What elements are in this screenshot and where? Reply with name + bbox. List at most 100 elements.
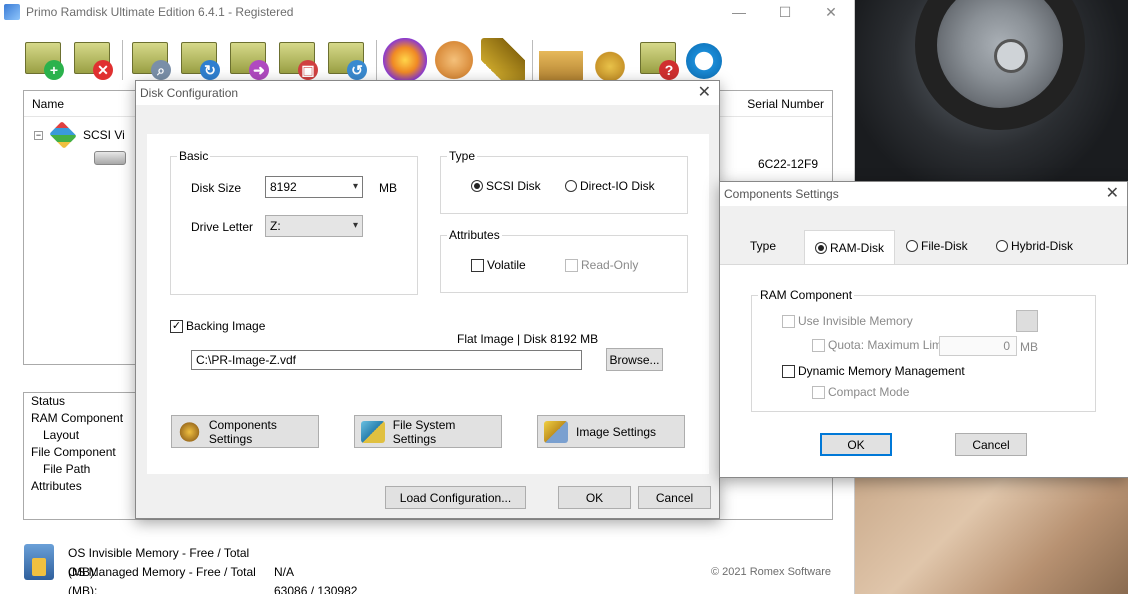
load-image-icon[interactable]: ↺ <box>325 38 369 82</box>
tab-type-label: Type <box>750 239 777 253</box>
quota-value-field[interactable]: 0 <box>939 336 1017 356</box>
dialog-title-bar: Components Settings ✕ <box>720 182 1127 206</box>
use-invisible-memory-checkbox[interactable]: Use Invisible Memory <box>782 314 913 328</box>
image-info-text: Flat Image | Disk 8192 MB <box>457 332 599 346</box>
quota-unit: MB <box>1020 340 1038 354</box>
dialog-title: Components Settings <box>724 187 839 201</box>
image-path-field[interactable]: C:\PR-Image-Z.vdf <box>191 350 582 370</box>
components-settings-button[interactable]: Components Settings <box>171 415 319 448</box>
window-controls: — ☐ ✕ <box>716 0 854 24</box>
memory-status-icon <box>24 544 54 580</box>
lock-icon[interactable] <box>588 38 632 82</box>
wallpaper-photo-top <box>855 0 1128 185</box>
tree-item-scsi[interactable]: − SCSI Vi <box>34 121 125 149</box>
disk-drive-icon <box>94 151 126 165</box>
type-group-label: Type <box>447 149 478 163</box>
managed-memory-label: OS Managed Memory - Free / Total (MB): <box>68 565 256 594</box>
file-system-icon <box>361 420 385 443</box>
disk-configuration-dialog: Disk Configuration ✕ Basic Disk Size 819… <box>135 80 720 519</box>
disk-config-panel: Basic Disk Size 8192 ▾ MB Drive Letter Z… <box>147 134 709 474</box>
checkmark-icon: ✓ <box>170 319 183 333</box>
tab-hybrid-disk[interactable]: Hybrid-Disk <box>986 230 1083 262</box>
collapse-icon[interactable]: − <box>34 130 43 140</box>
invisible-memory-icon[interactable] <box>1016 310 1038 332</box>
basic-group: Basic Disk Size 8192 ▾ MB Drive Letter Z… <box>170 149 418 295</box>
export-icon[interactable]: ➜ <box>227 38 271 82</box>
add-disk-icon[interactable]: + <box>22 38 66 82</box>
scsi-adapter-icon <box>49 121 77 149</box>
browse-button[interactable]: Browse... <box>606 348 663 371</box>
managed-memory-value: 63086 / 130982 <box>274 584 358 594</box>
disk-size-unit: MB <box>379 181 397 195</box>
status-area: OS Invisible Memory - Free / Total (MB):… <box>24 544 357 594</box>
tools-icon[interactable] <box>539 38 583 82</box>
chevron-down-icon: ▾ <box>352 181 358 192</box>
volatile-checkbox[interactable]: Volatile <box>471 258 526 272</box>
remove-disk-icon[interactable]: ✕ <box>71 38 115 82</box>
toolbar-separator <box>122 40 123 80</box>
radio-selected-icon <box>815 242 827 254</box>
wallpaper-photo-bottom <box>855 470 1128 594</box>
chip-icon[interactable] <box>481 38 525 82</box>
ram-component-label: RAM Component <box>758 288 855 302</box>
attributes-group-label: Attributes <box>447 228 502 242</box>
refresh-icon[interactable]: ↻ <box>178 38 222 82</box>
ram-disk-tab-panel: RAM Component Use Invisible Memory Quota… <box>720 264 1128 477</box>
tree-item-disk[interactable] <box>94 151 126 165</box>
compact-mode-checkbox[interactable]: Compact Mode <box>812 385 909 399</box>
about-icon[interactable] <box>686 43 722 79</box>
tree-item-label: SCSI Vi <box>83 128 125 142</box>
type-group: Type SCSI Disk Direct-IO Disk <box>440 149 688 214</box>
file-system-settings-button[interactable]: File System Settings <box>354 415 502 448</box>
quota-checkbox[interactable]: Quota: Maximum Limit <box>812 338 948 352</box>
disk-size-combo[interactable]: 8192 ▾ <box>265 176 363 198</box>
cancel-button[interactable]: Cancel <box>955 433 1027 456</box>
components-settings-dialog: Components Settings ✕ Type RAM-Disk File… <box>719 181 1128 478</box>
help-icon[interactable]: ? <box>637 38 681 82</box>
media-icon[interactable] <box>383 38 427 82</box>
scsi-disk-radio[interactable]: SCSI Disk <box>471 179 541 193</box>
tab-ram-disk[interactable]: RAM-Disk <box>804 230 895 265</box>
close-icon[interactable]: ✕ <box>808 0 854 24</box>
toolbar-separator <box>376 40 377 80</box>
radio-unselected-icon <box>996 240 1008 252</box>
ok-button[interactable]: OK <box>558 486 631 509</box>
close-icon[interactable]: ✕ <box>1106 182 1119 206</box>
maximize-icon[interactable]: ☐ <box>762 0 808 24</box>
backing-image-checkbox[interactable]: ✓ Backing Image <box>170 319 265 333</box>
column-name[interactable]: Name <box>32 97 64 111</box>
disk-size-label: Disk Size <box>191 181 242 195</box>
basic-group-label: Basic <box>177 149 211 163</box>
radio-unselected-icon <box>565 180 577 192</box>
toolbar-separator <box>532 40 533 80</box>
wheel-image <box>915 0 1085 130</box>
window-title: Primo Ramdisk Ultimate Edition 6.4.1 - R… <box>26 5 294 19</box>
attributes-group: Attributes Volatile Read-Only <box>440 228 688 293</box>
drive-letter-combo[interactable]: Z: ▾ <box>265 215 363 237</box>
drive-letter-label: Drive Letter <box>191 220 254 234</box>
save-image-icon[interactable]: ▣ <box>276 38 320 82</box>
radio-selected-icon <box>471 180 483 192</box>
close-icon[interactable]: ✕ <box>698 81 711 105</box>
cancel-button[interactable]: Cancel <box>638 486 711 509</box>
dynamic-memory-checkbox[interactable]: Dynamic Memory Management <box>782 364 965 378</box>
ok-button[interactable]: OK <box>820 433 892 456</box>
dialog-title: Disk Configuration <box>140 86 239 100</box>
load-configuration-button[interactable]: Load Configuration... <box>385 486 526 509</box>
column-serial-number[interactable]: Serial Number <box>747 97 824 111</box>
minimize-icon[interactable]: — <box>716 0 762 24</box>
toolbar: + ✕ ⌕ ↻ ➜ ▣ ↺ ? <box>22 38 727 82</box>
dialog-title-bar: Disk Configuration ✕ <box>136 81 719 105</box>
inspect-icon[interactable]: ⌕ <box>129 38 173 82</box>
components-icon <box>178 420 201 443</box>
read-only-checkbox[interactable]: Read-Only <box>565 258 638 272</box>
image-settings-button[interactable]: Image Settings <box>537 415 685 448</box>
serial-number-value: 6C22-12F9 <box>757 157 818 171</box>
image-settings-icon <box>544 420 568 443</box>
direct-io-disk-radio[interactable]: Direct-IO Disk <box>565 179 655 193</box>
app-icon <box>4 4 20 20</box>
theme-icon[interactable] <box>432 38 476 82</box>
chevron-down-icon: ▾ <box>352 220 358 231</box>
tab-file-disk[interactable]: File-Disk <box>896 230 978 262</box>
copyright: © 2021 Romex Software <box>711 566 831 578</box>
